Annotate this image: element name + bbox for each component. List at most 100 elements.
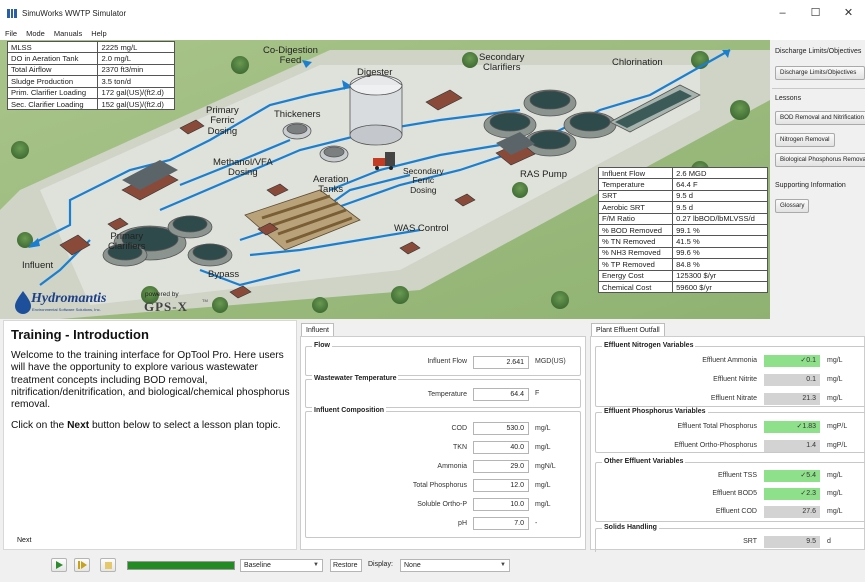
step-button[interactable]	[74, 558, 90, 572]
stop-button[interactable]	[100, 558, 116, 572]
next-button[interactable]: Next	[17, 537, 31, 544]
display-select[interactable]: None ▼	[400, 559, 510, 572]
supporting-info-heading: Supporting Information	[775, 182, 846, 189]
composition-label: pH	[458, 520, 467, 527]
effluent-label: SRT	[743, 538, 757, 545]
scenario-chevron-down-icon: ▼	[313, 562, 319, 568]
glossary-button[interactable]: Glossary	[775, 199, 810, 213]
effluent-unit: d	[827, 538, 831, 545]
phosphorus-group-title: Effluent Phosphorus Variables	[602, 408, 708, 415]
composition-input[interactable]: 10.0	[473, 498, 529, 511]
menu-mode[interactable]: Mode	[26, 29, 45, 38]
maximize-button[interactable]: ☐	[799, 0, 832, 26]
lessons-heading: Lessons	[775, 95, 802, 102]
composition-label: Soluble Ortho-P	[417, 501, 467, 508]
effluent-unit: mgP/L	[827, 442, 848, 449]
powered-by-label: powered by	[145, 291, 179, 298]
sidebar-divider	[772, 88, 865, 89]
effluent-unit: mg/L	[827, 508, 843, 515]
process-table-label: Influent Flow	[597, 166, 674, 180]
composition-group: Influent Composition COD 530.0 mg/L TKN 40.0…	[305, 407, 581, 538]
composition-input[interactable]: 7.0	[473, 517, 529, 530]
composition-input[interactable]: 40.0	[473, 441, 529, 454]
tab-influent[interactable]: Influent	[301, 323, 334, 337]
status-table-label: MLSS	[6, 40, 99, 54]
gpsx-logo: GPS-X	[144, 299, 188, 314]
effluent-value: ✓0.1	[764, 355, 820, 367]
effluent-unit: mg/L	[827, 357, 843, 364]
status-table-body: MLSS 2225 mg/L DO in Aeration Tank 2.0 mg/L…	[6, 40, 175, 111]
process-table-value: 0.27 lbBOD/lbMLVSS/d	[672, 212, 768, 225]
process-table-label: % TP Removed	[597, 258, 674, 271]
tab-plant-effluent-outfall[interactable]: Plant Effluent Outfall	[591, 323, 665, 337]
status-table-label: Sludge Production	[6, 75, 99, 88]
process-table-label: Energy Cost	[597, 269, 674, 282]
minimize-button[interactable]: –	[766, 0, 799, 26]
status-table-value: 2370 ft3/min	[97, 63, 175, 77]
label-codigestion: Co-Digestion Feed	[263, 45, 318, 67]
composition-label: Ammonia	[437, 463, 467, 470]
instruction-text-after: button below to select a lesson plan top…	[89, 420, 281, 431]
nitrogen-group: Effluent Nitrogen Variables Effluent Amm…	[595, 342, 865, 407]
label-influent: Influent	[22, 260, 54, 271]
process-table-label: Chemical Cost	[597, 280, 674, 294]
training-intro-text: Welcome to the training interface for Op…	[11, 350, 290, 411]
effluent-value: 9.5	[764, 536, 820, 548]
display-value: None	[404, 562, 421, 569]
composition-unit: mg/L	[535, 444, 551, 451]
composition-input[interactable]: 29.0	[473, 460, 529, 473]
step-icon	[77, 561, 87, 569]
effluent-unit: mgP/L	[827, 423, 848, 430]
effluent-unit: mg/L	[827, 376, 843, 383]
composition-unit: mgN/L	[535, 463, 556, 470]
process-table-value: 64.4 F	[672, 178, 768, 191]
discharge-limits-button[interactable]: Discharge Limits/Objectives	[775, 66, 865, 80]
process-table-row: % TN Removed 41.5 %	[597, 235, 768, 248]
lesson-nitrogen-removal-button[interactable]: Nitrogen Removal	[775, 133, 835, 147]
temperature-label: Temperature	[427, 391, 467, 398]
status-table-row: MLSS 2225 mg/L	[6, 40, 175, 54]
influent-flow-input[interactable]: 2.641	[473, 356, 529, 369]
process-table-value: 59600 $/yr	[672, 280, 768, 294]
composition-input[interactable]: 530.0	[473, 422, 529, 435]
effluent-unit: mg/L	[827, 490, 843, 497]
composition-group-title: Influent Composition	[312, 407, 386, 414]
influent-panel: Flow Influent Flow 2.641 MGD(US) Wastewa…	[300, 336, 586, 550]
menu-manuals[interactable]: Manuals	[54, 29, 82, 38]
sidebar: Discharge Limits/Objectives Discharge Li…	[770, 40, 865, 319]
process-table-row: F/M Ratio 0.27 lbBOD/lbMLVSS/d	[597, 212, 768, 225]
process-table: Influent Flow 2.6 MGD Temperature 64.4 F SRT…	[597, 166, 768, 294]
hydromantis-logo-icon	[15, 291, 31, 314]
status-table-row: DO in Aeration Tank 2.0 mg/L	[6, 52, 175, 65]
play-icon	[55, 561, 63, 569]
discharge-heading: Discharge Limits/Objectives	[775, 48, 862, 55]
menu-help[interactable]: Help	[91, 29, 106, 38]
gpsx-trademark: TM	[202, 298, 208, 303]
play-button[interactable]	[51, 558, 67, 572]
restore-button[interactable]: Restore	[330, 559, 362, 572]
process-table-value: 41.5 %	[672, 235, 768, 248]
flow-group-title: Flow	[312, 342, 332, 349]
lesson-phosphorus-removal-button[interactable]: Biological Phosphorus Removal	[775, 153, 865, 167]
effluent-value: 0.1	[764, 374, 820, 386]
composition-input[interactable]: 12.0	[473, 479, 529, 492]
instruction-text-before: Click on the	[11, 420, 68, 431]
effluent-label: Effluent Total Phosphorus	[677, 423, 757, 430]
hydromantis-tagline: Environmental Software Solutions, Inc.	[32, 307, 101, 312]
temperature-input[interactable]: 64.4	[473, 388, 529, 401]
process-table-value: 2.6 MGD	[672, 166, 768, 180]
menu-file[interactable]: File	[5, 29, 17, 38]
close-button[interactable]: ✕	[832, 0, 865, 26]
effluent-value: ✓1.83	[764, 421, 820, 433]
lesson-bod-removal-button[interactable]: BOD Removal and Nitrification	[775, 111, 865, 125]
effluent-unit: mg/L	[827, 472, 843, 479]
label-methanol: Methanol/VFA Dosing	[213, 157, 273, 179]
process-table-body: Influent Flow 2.6 MGD Temperature 64.4 F SRT…	[597, 166, 768, 294]
scenario-value: Baseline	[244, 562, 271, 569]
menu-bar: File Mode Manuals Help	[0, 26, 865, 40]
scenario-select[interactable]: Baseline ▼	[240, 559, 323, 572]
phosphorus-group: Effluent Phosphorus Variables Effluent T…	[595, 408, 865, 453]
process-table-row: Temperature 64.4 F	[597, 178, 768, 191]
process-table-value: 125300 $/yr	[672, 269, 768, 282]
process-table-label: % TN Removed	[597, 235, 674, 248]
